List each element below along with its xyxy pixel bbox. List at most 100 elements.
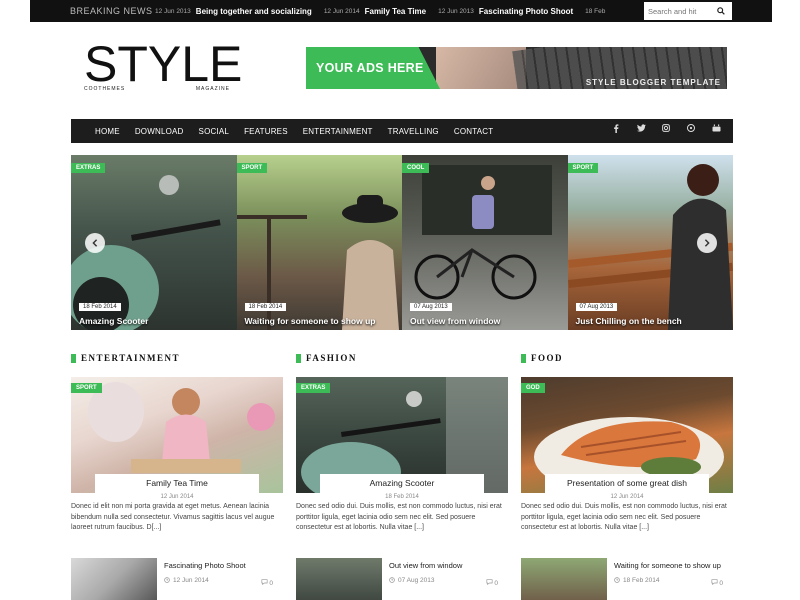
slide-title[interactable]: Just Chilling on the bench	[576, 316, 682, 326]
ticker-item[interactable]: 12 Jun 2013 Fascinating Photo Shoot	[438, 7, 573, 16]
slide-tag[interactable]: EXTRAS	[71, 163, 106, 173]
post-date: 12 Jun 2014	[610, 494, 644, 500]
section-entertainment: ENTERTAINMENT SPORT Family Tea Time 12 J…	[71, 352, 283, 600]
search-input[interactable]	[644, 6, 712, 16]
twitter-icon[interactable]	[636, 124, 646, 135]
ticker-date: 18 Feb	[585, 7, 606, 15]
featured-post-image[interactable]: EXTRAS Amazing Scooter	[296, 377, 508, 493]
ticker-title[interactable]: Family Tea Time	[365, 7, 427, 16]
nav-item-home[interactable]: HOME	[95, 127, 120, 136]
social-icons	[611, 123, 721, 135]
slide-item[interactable]: SPORT 18 Feb 2014 Waiting for someone to…	[236, 155, 402, 330]
site-logo[interactable]: STYLE COOTHEMES MAGAZINE	[84, 39, 242, 100]
mini-post-comment-count: 0	[494, 579, 498, 587]
mini-post-comment-count: 0	[269, 579, 273, 587]
post-date: 18 Feb 2014	[385, 494, 419, 500]
post-tag[interactable]: EXTRAS	[296, 383, 331, 393]
ticker-date: 12 Jun 2013	[155, 7, 191, 15]
mini-post-date: 18 Feb 2014	[623, 576, 660, 584]
post-title[interactable]: Amazing Scooter	[320, 474, 484, 488]
post-title[interactable]: Presentation of some great dish	[545, 474, 709, 488]
post-excerpt: Donec id elit non mi porta gravida at eg…	[71, 503, 275, 531]
section-heading: FOOD	[521, 352, 733, 364]
featured-post-image[interactable]: SPORT Family Tea Time	[71, 377, 283, 493]
mini-post-title[interactable]: Out view from window	[389, 561, 508, 570]
nav-item-contact[interactable]: CONTACT	[454, 127, 493, 136]
slide-date: 18 Feb 2014	[244, 303, 287, 311]
nav-item-social[interactable]: SOCIAL	[199, 127, 230, 136]
ticker-date: 12 Jun 2014	[323, 7, 360, 15]
facebook-icon[interactable]	[611, 124, 621, 135]
comment-icon	[711, 578, 718, 585]
mini-post-title[interactable]: Fascinating Photo Shoot	[164, 561, 283, 570]
clock-icon	[164, 577, 170, 583]
youtube-icon[interactable]	[711, 124, 721, 135]
mini-post-title[interactable]: Waiting for someone to show up	[614, 561, 733, 570]
ad-banner[interactable]: YOUR ADS HERE STYLE BLOGGER TEMPLATE	[306, 47, 727, 89]
mini-post-date: 12 Jun 2014	[173, 576, 209, 584]
nav-item-download[interactable]: DOWNLOAD	[135, 127, 184, 136]
mini-post[interactable]: Out view from window 07 Aug 2013 0	[296, 557, 508, 600]
mini-post[interactable]: Fascinating Photo Shoot 12 Jun 2014 0	[71, 557, 283, 600]
mini-post-thumbnail[interactable]	[296, 557, 382, 600]
featured-slider: EXTRAS 18 Feb 2014 Amazing Scooter SPORT…	[71, 155, 733, 330]
nav-item-entertainment[interactable]: ENTERTAINMENT	[303, 127, 373, 136]
mini-post-comments[interactable]: 0	[711, 578, 723, 587]
slide-title[interactable]: Amazing Scooter	[79, 316, 148, 326]
nav-item-features[interactable]: FEATURES	[244, 127, 288, 136]
slide-title[interactable]: Out view from window	[410, 316, 500, 326]
mini-post-info: Out view from window 07 Aug 2013 0	[382, 558, 508, 600]
section-heading: FASHION	[296, 352, 508, 364]
ticker-item[interactable]: 18 Feb	[585, 8, 605, 15]
search-box	[644, 2, 732, 20]
comment-icon	[486, 578, 493, 585]
section-heading-text[interactable]: ENTERTAINMENT	[81, 353, 180, 363]
clock-icon	[389, 577, 395, 583]
ticker-item[interactable]: 12 Jun 2014 Family Tea Time	[324, 7, 426, 16]
mini-post-thumbnail[interactable]	[521, 557, 607, 600]
section-marker	[521, 353, 526, 363]
post-title[interactable]: Family Tea Time	[95, 474, 259, 488]
section-heading-text[interactable]: FOOD	[531, 353, 563, 363]
post-caption: Family Tea Time	[95, 474, 259, 493]
mini-post-date: 07 Aug 2013	[398, 576, 435, 584]
ad-tag: STYLE BLOGGER TEMPLATE	[585, 78, 721, 87]
instagram-icon[interactable]	[661, 124, 671, 135]
ticker-title[interactable]: Fascinating Photo Shoot	[479, 7, 573, 16]
slide-item[interactable]: COOL 07 Aug 2013 Out view from window	[402, 155, 568, 330]
slider-prev-button[interactable]	[85, 233, 105, 253]
ticker-title[interactable]: Being together and socializing	[196, 7, 312, 16]
post-caption: Amazing Scooter	[320, 474, 484, 493]
ticker-date: 12 Jun 2013	[438, 7, 474, 15]
slide-tag[interactable]: COOL	[402, 163, 430, 173]
section-heading: ENTERTAINMENT	[71, 352, 283, 364]
pinterest-icon[interactable]	[686, 123, 696, 135]
section-heading-text[interactable]: FASHION	[306, 353, 357, 363]
slide-title[interactable]: Waiting for someone to show up	[245, 316, 376, 326]
search-icon[interactable]	[712, 2, 730, 20]
slider-next-button[interactable]	[697, 233, 717, 253]
breaking-news-label: Breaking News	[70, 6, 153, 16]
logo-sub-left: COOTHEMES	[84, 86, 126, 92]
featured-post-image[interactable]: GOD Presentation of some great dish	[521, 377, 733, 493]
slide-date: 07 Aug 2013	[410, 303, 452, 311]
section-marker	[296, 353, 301, 363]
slide-tag[interactable]: SPORT	[236, 163, 268, 173]
nav-item-travelling[interactable]: TRAVELLING	[388, 127, 439, 136]
section-marker	[71, 353, 76, 363]
post-tag[interactable]: SPORT	[71, 383, 102, 393]
slide-tag[interactable]: SPORT	[567, 163, 599, 173]
mini-post-info: Fascinating Photo Shoot 12 Jun 2014 0	[157, 558, 283, 600]
post-date: 12 Jun 2014	[160, 494, 194, 500]
post-caption: Presentation of some great dish	[545, 474, 709, 493]
mini-post-comments[interactable]: 0	[261, 578, 273, 587]
mini-post-comments[interactable]: 0	[486, 578, 498, 587]
ad-text: YOUR ADS HERE	[316, 61, 424, 75]
ticker-item[interactable]: 12 Jun 2013 Being together and socializi…	[155, 7, 312, 16]
slide-date: 18 Feb 2014	[79, 303, 121, 311]
section-food: FOOD GOD Presentation of some great dish…	[521, 352, 733, 600]
mini-post[interactable]: Waiting for someone to show up 18 Feb 20…	[521, 557, 733, 600]
section-fashion: FASHION EXTRAS Amazing Scooter 18 Feb 20…	[296, 352, 508, 600]
post-tag[interactable]: GOD	[521, 383, 545, 393]
mini-post-thumbnail[interactable]	[71, 557, 157, 600]
